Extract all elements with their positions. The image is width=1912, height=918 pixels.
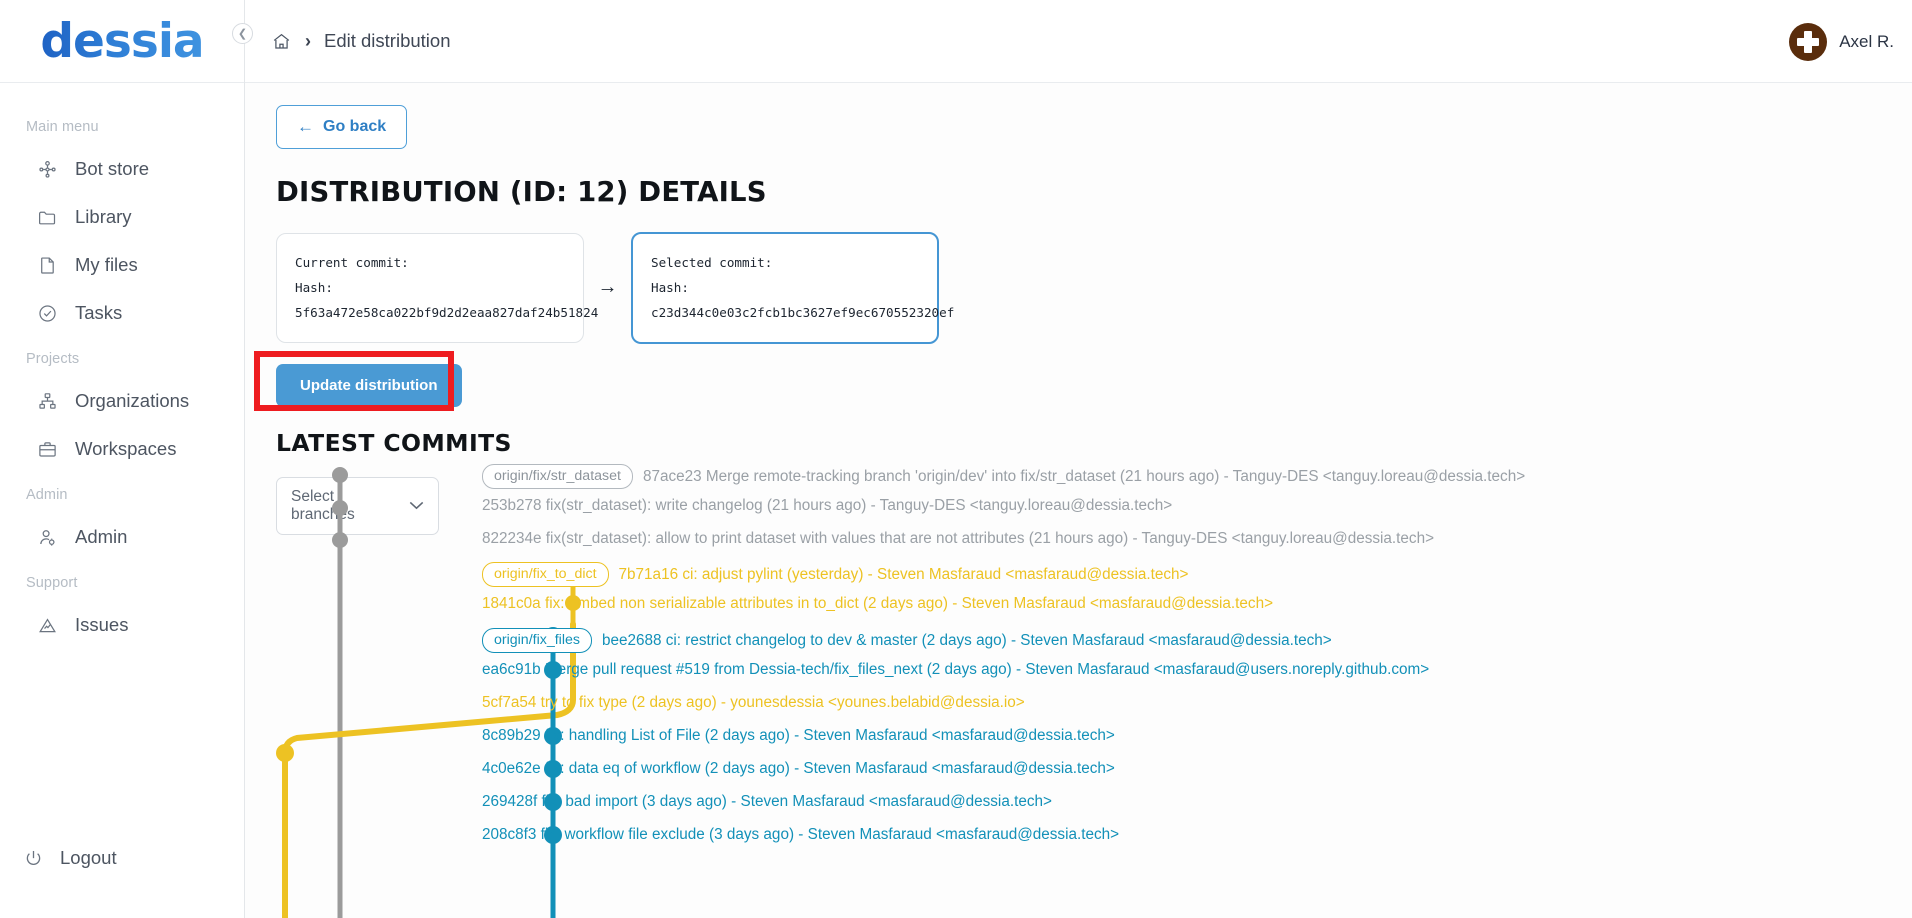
branch-ref-tag[interactable]: origin/fix_to_dict — [482, 562, 609, 588]
commit-message: 208c8f3 fix: workflow file exclude (3 da… — [482, 826, 1120, 843]
list-item[interactable]: 822234e fix(str_dataset): allow to print… — [482, 530, 1434, 548]
arrow-right-icon: → — [597, 276, 618, 299]
sidebar-item-issues[interactable]: Issues — [0, 601, 244, 649]
list-item[interactable]: origin/fix/str_dataset 87ace23 Merge rem… — [482, 464, 1526, 490]
sidebar-item-my-files[interactable]: My files — [0, 241, 244, 289]
topbar: › Edit distribution Axel R. — [245, 0, 1912, 83]
commit-message: 5cf7a54 try to fix type (2 days ago) - y… — [482, 694, 1025, 711]
sidebar-item-label: Bot store — [75, 158, 150, 179]
sidebar-nav: Main menu Bot store Library My files Tas… — [0, 83, 244, 649]
user-menu[interactable]: Axel R. — [1789, 0, 1894, 83]
update-distribution-wrapper: Update distribution — [254, 350, 462, 411]
sidebar-item-admin[interactable]: Admin — [0, 513, 244, 561]
go-back-button[interactable]: ← Go back — [276, 105, 408, 149]
sidebar-item-label: Logout — [60, 847, 117, 868]
user-cog-icon — [36, 526, 58, 548]
list-item[interactable]: 253b278 fix(str_dataset): write changelo… — [482, 497, 1172, 515]
sidebar-item-logout[interactable]: Logout — [0, 836, 117, 880]
commit-message: 1841c0a fix: embed non serializable attr… — [482, 595, 1274, 612]
list-item[interactable]: 1841c0a fix: embed non serializable attr… — [482, 595, 1273, 613]
user-name: Axel R. — [1839, 31, 1894, 51]
commit-message: ea6c91b Merge pull request #519 from Des… — [482, 661, 1430, 678]
page-title: DISTRIBUTION (ID: 12) DETAILS — [276, 176, 767, 208]
sidebar-item-label: Organizations — [75, 390, 190, 411]
commit-message: 4c0e62e fix: data eq of workflow (2 days… — [482, 760, 1115, 777]
main-content: ← Go back DISTRIBUTION (ID: 12) DETAILS … — [245, 83, 1912, 918]
sidebar-group-label-projects: Projects — [26, 351, 80, 367]
branch-ref-tag[interactable]: origin/fix/str_dataset — [482, 464, 633, 490]
folder-icon — [36, 206, 58, 228]
sidebar-item-label: Workspaces — [75, 438, 177, 459]
branch-ref-tag[interactable]: origin/fix_files — [482, 628, 592, 654]
check-circle-icon — [36, 302, 58, 324]
sidebar-item-workspaces[interactable]: Workspaces — [0, 425, 244, 473]
commit-message: 822234e fix(str_dataset): allow to print… — [482, 530, 1435, 547]
brand-logo-text: dessia — [40, 13, 204, 69]
breadcrumb-separator-icon: › — [305, 30, 311, 51]
commit-message: 7b71a16 ci: adjust pylint (yesterday) - … — [618, 565, 1189, 583]
bot-store-icon — [36, 158, 58, 180]
list-item[interactable]: 269428f fix: bad import (3 days ago) - S… — [482, 793, 1052, 811]
current-commit-box: Current commit: Hash: 5f63a472e58ca022bf… — [276, 233, 599, 343]
file-icon — [36, 254, 58, 276]
briefcase-icon — [36, 438, 58, 460]
current-commit-hash: Hash: 5f63a472e58ca022bf9d2d2eaa827daf24… — [295, 280, 599, 321]
commit-comparison: Current commit: Hash: 5f63a472e58ca022bf… — [276, 232, 1912, 344]
selected-commit-hash: Hash: c23d344c0e03c2fcb1bc3627ef9ec67055… — [651, 280, 955, 321]
sidebar-item-library[interactable]: Library — [0, 193, 244, 241]
list-item[interactable]: origin/fix_to_dict 7b71a16 ci: adjust py… — [482, 562, 1189, 588]
commit-message: 253b278 fix(str_dataset): write changelo… — [482, 497, 1173, 514]
warning-triangle-icon — [36, 614, 58, 636]
update-distribution-button[interactable]: Update distribution — [276, 363, 462, 407]
breadcrumb-current[interactable]: Edit distribution — [324, 30, 450, 52]
power-icon — [22, 847, 44, 869]
chevron-left-icon[interactable]: ❮ — [232, 23, 253, 44]
app-root: dessia Main menu Bot store Library My fi… — [0, 0, 1912, 918]
selected-commit-box[interactable]: Selected commit: Hash: c23d344c0e03c2fcb… — [631, 232, 955, 344]
go-back-label: Go back — [323, 118, 387, 135]
list-item[interactable]: 4c0e62e fix: data eq of workflow (2 days… — [482, 760, 1115, 778]
sidebar-item-label: Admin — [75, 526, 128, 547]
sidebar-group-label-main-menu: Main menu — [26, 119, 99, 135]
sidebar-item-label: Tasks — [75, 302, 123, 323]
commit-message: 87ace23 Merge remote-tracking branch 'or… — [642, 467, 1526, 485]
list-item[interactable]: 208c8f3 fix: workflow file exclude (3 da… — [482, 826, 1119, 844]
sidebar-item-organizations[interactable]: Organizations — [0, 377, 244, 425]
home-icon[interactable] — [271, 31, 292, 52]
sidebar-item-tasks[interactable]: Tasks — [0, 289, 244, 337]
commit-message: 8c89b29 fix: handling List of File (2 da… — [482, 727, 1115, 744]
selected-commit-title: Selected commit: — [651, 255, 773, 270]
sidebar-item-label: Issues — [75, 614, 129, 635]
list-item[interactable]: 8c89b29 fix: handling List of File (2 da… — [482, 727, 1115, 745]
list-item[interactable]: 5cf7a54 try to fix type (2 days ago) - y… — [482, 694, 1025, 712]
avatar — [1789, 22, 1828, 61]
commit-message: 269428f fix: bad import (3 days ago) - S… — [482, 793, 1052, 810]
commit-message: bee2688 ci: restrict changelog to dev & … — [601, 631, 1332, 649]
arrow-left-icon: ← — [297, 117, 314, 136]
sidebar-item-label: Library — [75, 206, 132, 227]
sidebar: dessia Main menu Bot store Library My fi… — [0, 0, 245, 918]
sidebar-item-label: My files — [75, 254, 138, 275]
list-item[interactable]: ea6c91b Merge pull request #519 from Des… — [482, 661, 1429, 679]
list-item[interactable]: origin/fix_files bee2688 ci: restrict ch… — [482, 628, 1332, 654]
organization-icon — [36, 390, 58, 412]
current-commit-title: Current commit: — [295, 255, 409, 270]
sidebar-group-label-admin: Admin — [26, 487, 68, 503]
breadcrumb: › Edit distribution — [271, 30, 450, 52]
brand-logo[interactable]: dessia — [0, 0, 244, 83]
sidebar-group-label-support: Support — [26, 575, 78, 591]
sidebar-item-bot-store[interactable]: Bot store — [0, 145, 244, 193]
latest-commits-title: LATEST COMMITS — [276, 428, 512, 457]
